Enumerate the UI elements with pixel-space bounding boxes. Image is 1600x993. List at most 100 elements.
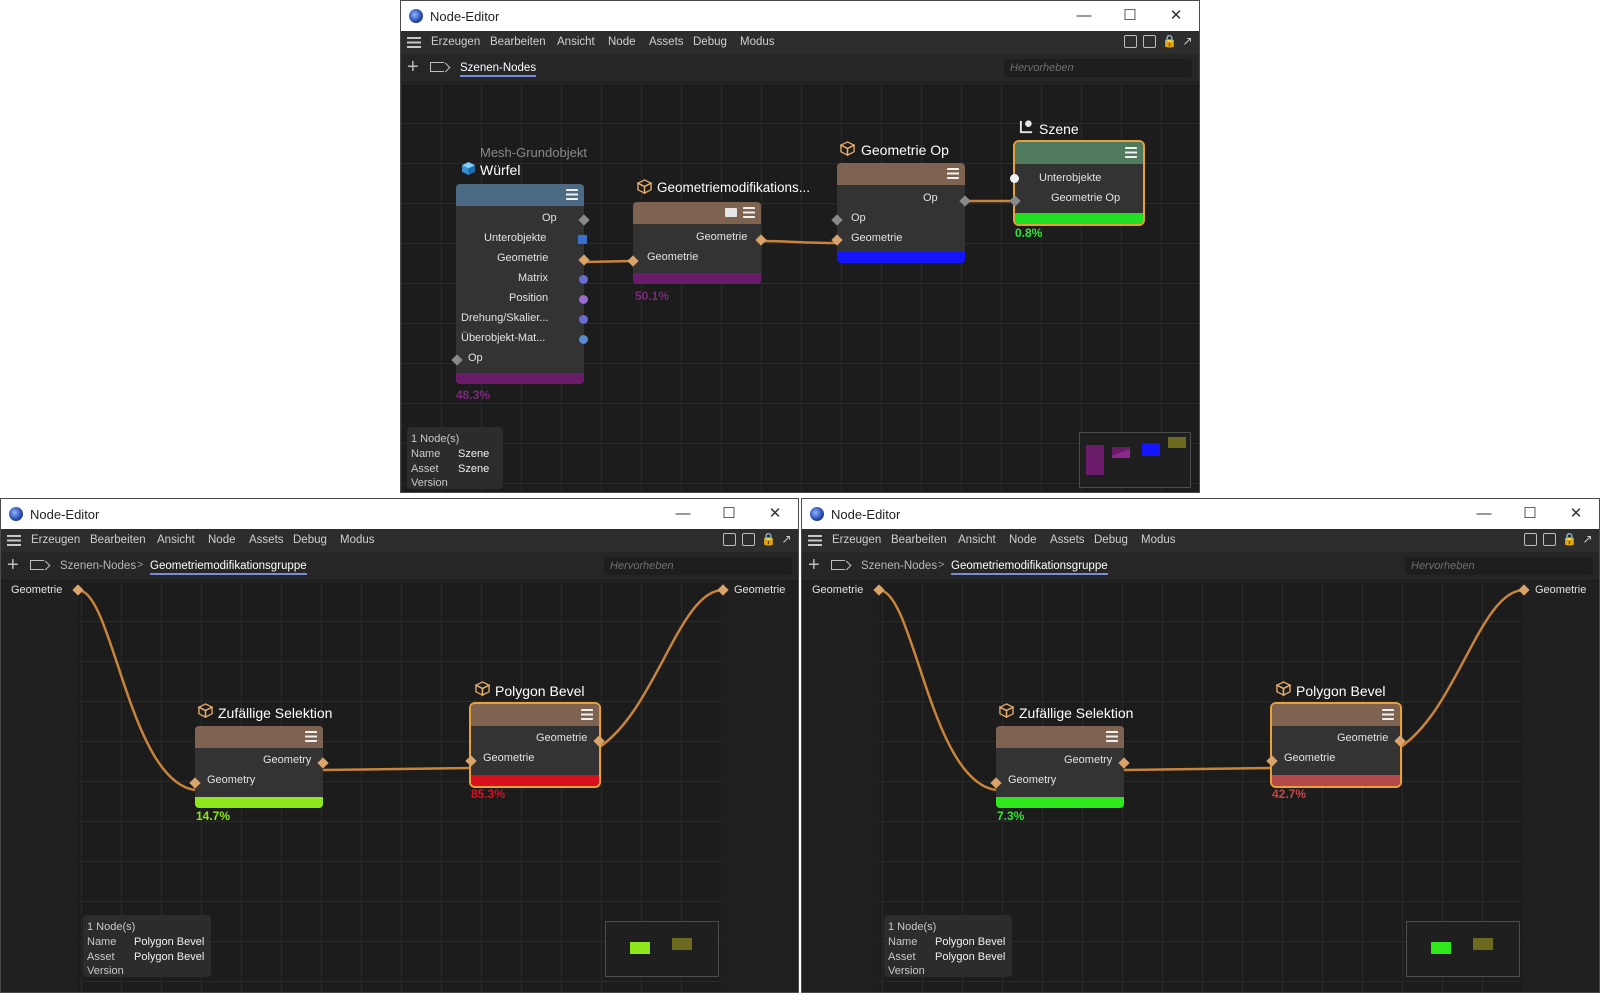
- maximize-button[interactable]: ☐: [1507, 499, 1553, 529]
- maximize-button[interactable]: ☐: [706, 499, 752, 529]
- minimap-node-bevel: [1473, 938, 1493, 950]
- popout-icon[interactable]: ↗: [1581, 533, 1594, 546]
- panel-right-icon[interactable]: [1143, 35, 1156, 48]
- popout-icon[interactable]: ↗: [780, 533, 793, 546]
- lock-icon[interactable]: 🔒: [761, 533, 776, 546]
- node-menu-icon[interactable]: [1125, 147, 1137, 158]
- menu-ansicht[interactable]: Ansicht: [157, 534, 195, 546]
- zufall-percent: 14.7%: [196, 809, 231, 823]
- scene-icon: [1019, 120, 1033, 134]
- hamburger-menu-icon[interactable]: [7, 535, 21, 546]
- port-ueberobjekt-out[interactable]: [579, 335, 588, 344]
- minimap[interactable]: [1406, 921, 1520, 977]
- menu-debug[interactable]: Debug: [293, 534, 327, 546]
- geomop-out-op: Op: [923, 192, 938, 204]
- node-zufaellige-selektion[interactable]: [996, 726, 1124, 808]
- minimize-button[interactable]: —: [660, 499, 706, 529]
- breadcrumb-szenen-nodes[interactable]: Szenen-Nodes: [861, 560, 937, 572]
- menu-assets[interactable]: Assets: [1050, 534, 1085, 546]
- menu-node[interactable]: Node: [1009, 534, 1037, 546]
- add-icon[interactable]: +: [808, 554, 820, 576]
- menu-ansicht[interactable]: Ansicht: [557, 36, 595, 48]
- node-polygon-bevel[interactable]: [471, 704, 599, 786]
- menu-modus[interactable]: Modus: [340, 534, 375, 546]
- info-name-label: Name: [87, 936, 117, 948]
- menu-erzeugen[interactable]: Erzeugen: [431, 36, 480, 48]
- node-geometriemodifikationsgruppe[interactable]: [633, 202, 761, 284]
- node-menu-icon[interactable]: [1106, 731, 1118, 742]
- menu-bearbeiten[interactable]: Bearbeiten: [490, 36, 546, 48]
- lock-icon[interactable]: 🔒: [1162, 35, 1177, 48]
- panel-right-icon[interactable]: [742, 533, 755, 546]
- port-drehung-out[interactable]: [579, 315, 588, 324]
- node-menu-icon[interactable]: [581, 709, 593, 720]
- menu-modus[interactable]: Modus: [740, 36, 775, 48]
- info-asset-label: Asset: [411, 463, 439, 475]
- node-menu-icon[interactable]: [566, 189, 578, 200]
- menu-bar: Erzeugen Bearbeiten Ansicht Node Assets …: [401, 31, 1199, 54]
- geomod-node-title: Geometriemodifikations...: [657, 180, 811, 195]
- close-button[interactable]: ✕: [1553, 499, 1599, 529]
- node-menu-icon[interactable]: [1382, 709, 1394, 720]
- panel-left-icon[interactable]: [1124, 35, 1137, 48]
- wire-in-to-zufall: [77, 588, 196, 792]
- node-menu-icon[interactable]: [743, 207, 755, 218]
- menu-erzeugen[interactable]: Erzeugen: [832, 534, 881, 546]
- node-zufaellige-selektion[interactable]: [195, 726, 323, 808]
- menu-bearbeiten[interactable]: Bearbeiten: [90, 534, 146, 546]
- popout-icon[interactable]: ↗: [1181, 35, 1194, 48]
- menu-assets[interactable]: Assets: [649, 36, 684, 48]
- port-szene-unterobjekte[interactable]: [1010, 174, 1019, 183]
- node-canvas[interactable]: Geometrie Geometrie Zufällige Selektion …: [1, 581, 798, 992]
- port-position-out[interactable]: [579, 295, 588, 304]
- hamburger-menu-icon[interactable]: [808, 535, 822, 546]
- node-canvas[interactable]: Mesh-Grundobjekt Würfel Op Unterobjekte …: [401, 83, 1199, 492]
- title-bar: Node-Editor — ☐ ✕: [1, 499, 798, 529]
- szene-node-title: Szene: [1039, 121, 1079, 137]
- highlight-search-input[interactable]: Hervorheben: [1004, 59, 1192, 77]
- tag-icon[interactable]: [430, 62, 444, 72]
- highlight-search-input[interactable]: Hervorheben: [604, 557, 792, 575]
- lock-icon[interactable]: 🔒: [1562, 533, 1577, 546]
- panel-right-icon[interactable]: [1543, 533, 1556, 546]
- node-canvas[interactable]: Geometrie Geometrie Zufällige Selektion …: [802, 581, 1599, 992]
- breadcrumb-geometriemodifikationsgruppe[interactable]: Geometriemodifikationsgruppe: [951, 560, 1108, 575]
- hamburger-menu-icon[interactable]: [407, 37, 421, 48]
- panel-left-icon[interactable]: [723, 533, 736, 546]
- port-unterobjekte-out[interactable]: [578, 235, 587, 244]
- menu-erzeugen[interactable]: Erzeugen: [31, 534, 80, 546]
- minimap[interactable]: [1079, 432, 1191, 488]
- breadcrumb-geometriemodifikationsgruppe[interactable]: Geometriemodifikationsgruppe: [150, 560, 307, 575]
- maximize-button[interactable]: ☐: [1107, 1, 1153, 31]
- node-polygon-bevel[interactable]: [1272, 704, 1400, 786]
- port-matrix-out[interactable]: [579, 275, 588, 284]
- minimize-button[interactable]: —: [1061, 1, 1107, 31]
- breadcrumb-szenen-nodes[interactable]: Szenen-Nodes: [460, 62, 537, 77]
- node-editor-window-bottom-left: Node-Editor — ☐ ✕ Erzeugen Bearbeiten An…: [0, 498, 799, 993]
- minimize-button[interactable]: —: [1461, 499, 1507, 529]
- tag-icon[interactable]: [831, 560, 845, 570]
- close-button[interactable]: ✕: [1153, 1, 1199, 31]
- node-menu-icon[interactable]: [947, 168, 959, 179]
- bevel-percent: 85.3%: [471, 787, 506, 801]
- add-icon[interactable]: +: [407, 56, 419, 78]
- close-button[interactable]: ✕: [752, 499, 798, 529]
- tag-icon[interactable]: [30, 560, 44, 570]
- menu-modus[interactable]: Modus: [1141, 534, 1176, 546]
- breadcrumb-szenen-nodes[interactable]: Szenen-Nodes: [60, 560, 136, 572]
- add-icon[interactable]: +: [7, 554, 19, 576]
- highlight-search-input[interactable]: Hervorheben: [1405, 557, 1593, 575]
- minimap-node-zufall: [630, 942, 650, 954]
- menu-node[interactable]: Node: [208, 534, 236, 546]
- info-asset-value: Polygon Bevel: [134, 951, 205, 963]
- menu-assets[interactable]: Assets: [249, 534, 284, 546]
- folder-icon[interactable]: [725, 208, 737, 217]
- menu-ansicht[interactable]: Ansicht: [958, 534, 996, 546]
- menu-debug[interactable]: Debug: [693, 36, 727, 48]
- minimap[interactable]: [605, 921, 719, 977]
- node-menu-icon[interactable]: [305, 731, 317, 742]
- panel-left-icon[interactable]: [1524, 533, 1537, 546]
- menu-node[interactable]: Node: [608, 36, 636, 48]
- menu-debug[interactable]: Debug: [1094, 534, 1128, 546]
- menu-bearbeiten[interactable]: Bearbeiten: [891, 534, 947, 546]
